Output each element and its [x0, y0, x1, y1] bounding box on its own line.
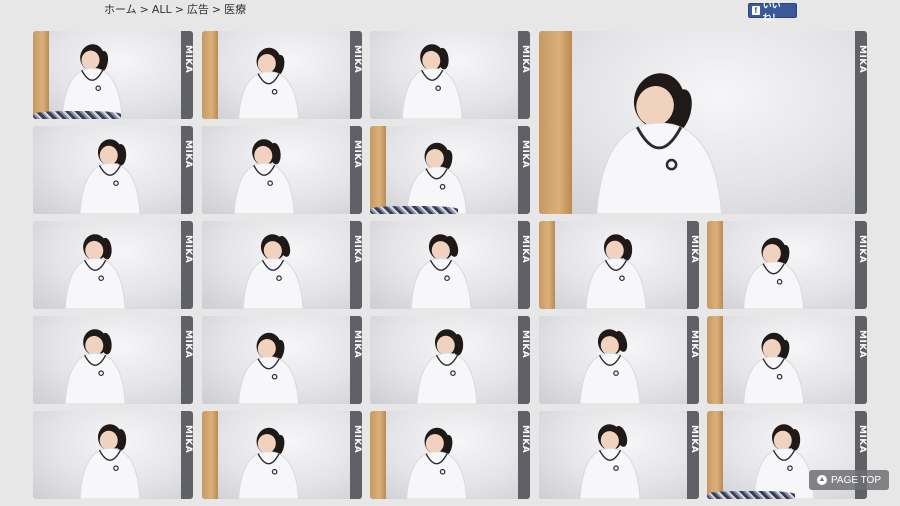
brand-label: MIKA	[520, 45, 530, 74]
photo-tile[interactable]: MIKA	[202, 126, 362, 214]
photo-model	[238, 332, 300, 404]
photo-model	[64, 234, 126, 309]
photo-model	[233, 139, 295, 214]
photo-tile[interactable]: MIKA	[370, 126, 530, 214]
brand-label: MIKA	[520, 425, 530, 454]
chevron-up-icon: ▲	[816, 475, 827, 485]
photo-model	[401, 44, 463, 119]
brand-label: MIKA	[689, 330, 699, 359]
photo-model	[743, 332, 805, 404]
photo-tile[interactable]: MIKA	[370, 31, 530, 119]
photo-model	[406, 427, 468, 499]
photo-tile[interactable]: MIKA	[33, 411, 193, 499]
photo-tile[interactable]: MIKA	[33, 31, 193, 119]
photo-grid: MIKA MIKA MIKA MIKA MIKA MIKA MIKA MIKA …	[0, 0, 900, 506]
brand-label: MIKA	[352, 140, 362, 169]
brand-label: MIKA	[520, 235, 530, 264]
photo-tile[interactable]: MIKA	[539, 31, 867, 214]
photo-tile[interactable]: MIKA	[33, 126, 193, 214]
photo-model	[64, 329, 126, 404]
brand-label: MIKA	[352, 45, 362, 74]
photo-model	[743, 237, 805, 309]
photo-tile[interactable]: MIKA	[370, 316, 530, 404]
page-top-label: PAGE TOP	[830, 474, 882, 486]
brand-label: MIKA	[857, 330, 867, 359]
brand-label: MIKA	[352, 330, 362, 359]
brand-label: MIKA	[520, 140, 530, 169]
brand-label: MIKA	[689, 235, 699, 264]
photo-tile[interactable]: MIKA	[539, 221, 699, 309]
photo-model	[406, 142, 468, 214]
brand-label: MIKA	[857, 425, 867, 454]
brand-label: MIKA	[352, 235, 362, 264]
photo-tile[interactable]: MIKA	[539, 316, 699, 404]
photo-model	[242, 234, 304, 309]
photo-tile[interactable]: MIKA	[202, 316, 362, 404]
brand-label: MIKA	[520, 330, 530, 359]
photo-model	[79, 139, 141, 214]
photo-model	[410, 234, 472, 309]
plaid-blanket	[707, 491, 795, 499]
photo-tile[interactable]: MIKA	[202, 221, 362, 309]
brand-label: MIKA	[183, 425, 193, 454]
photo-tile[interactable]: MIKA	[539, 411, 699, 499]
brand-label: MIKA	[183, 330, 193, 359]
photo-tile[interactable]: MIKA	[370, 411, 530, 499]
photo-model	[579, 424, 641, 499]
photo-tile[interactable]: MIKA	[370, 221, 530, 309]
photo-model	[596, 73, 722, 214]
brand-label: MIKA	[857, 45, 867, 74]
brand-label: MIKA	[689, 425, 699, 454]
brand-label: MIKA	[183, 45, 193, 74]
photo-tile[interactable]: MIKA	[707, 221, 867, 309]
plaid-blanket	[33, 111, 121, 119]
photo-tile[interactable]: MIKA	[202, 31, 362, 119]
photo-model	[579, 329, 641, 404]
photo-tile[interactable]: MIKA	[33, 221, 193, 309]
brand-label: MIKA	[183, 140, 193, 169]
photo-tile[interactable]: MIKA	[33, 316, 193, 404]
page-top-button[interactable]: ▲ PAGE TOP	[809, 470, 889, 490]
brand-label: MIKA	[352, 425, 362, 454]
photo-tile[interactable]: MIKA	[202, 411, 362, 499]
brand-label: MIKA	[857, 235, 867, 264]
photo-tile[interactable]: MIKA	[707, 316, 867, 404]
photo-model	[238, 427, 300, 499]
brand-label: MIKA	[183, 235, 193, 264]
photo-model	[61, 44, 123, 119]
photo-model	[585, 234, 647, 309]
photo-model	[416, 329, 478, 404]
photo-model	[79, 424, 141, 499]
plaid-blanket	[370, 206, 458, 214]
photo-model	[238, 47, 300, 119]
